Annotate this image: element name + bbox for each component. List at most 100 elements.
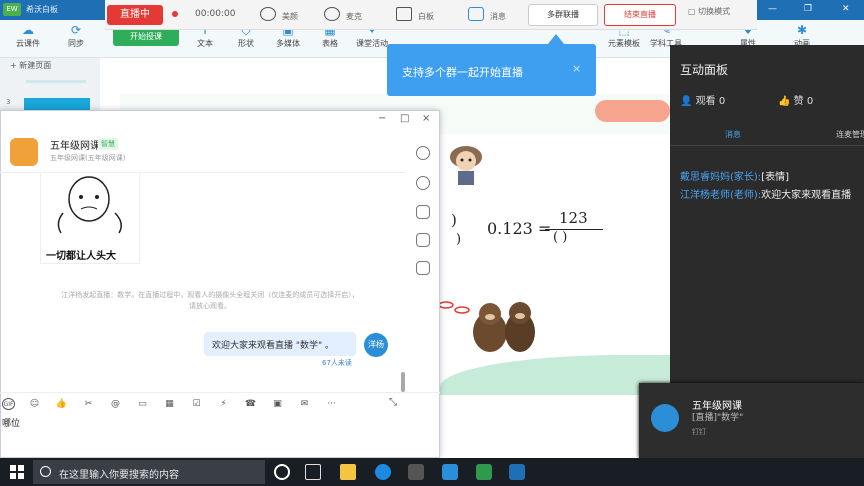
desktop: { "app":{"logo":"EW","title":"希沃白板"}, "l…	[0, 0, 864, 486]
more-icon[interactable]	[416, 146, 430, 160]
whiteboard-icon	[396, 7, 412, 21]
task-icon[interactable]: ☑	[190, 398, 203, 410]
start-class-button[interactable]: 开始授课	[113, 28, 179, 46]
group-name: 五年级网课	[50, 141, 100, 152]
dingtalk-taskbar-icon[interactable]	[442, 464, 458, 480]
input-divider	[0, 392, 440, 393]
beauty-label: 美颜	[282, 12, 298, 21]
app-title: 希沃白板	[26, 5, 58, 14]
file-explorer-icon[interactable]	[340, 464, 356, 480]
live-status-button[interactable]: 直播中	[107, 5, 163, 25]
shape-label: 形状	[238, 39, 254, 48]
app-taskbar-icon[interactable]	[509, 464, 525, 480]
sender-avatar: 洋杨	[364, 333, 388, 357]
end-live-button[interactable]: 结束直播	[604, 4, 676, 26]
equation-denominator: ( )	[553, 230, 568, 245]
table-label: 表格	[322, 39, 338, 48]
redpacket-icon[interactable]: ✉	[298, 398, 311, 410]
thumbs-up-icon: 👍	[778, 96, 794, 107]
sent-message-bubble[interactable]: 欢迎大家来观看直播 "数学" 。	[204, 332, 356, 356]
sync-icon: ⟳	[70, 23, 82, 37]
folder-icon[interactable]	[416, 205, 430, 219]
animation-icon: ✱	[796, 23, 808, 37]
mention-icon[interactable]: @	[109, 398, 122, 410]
search-icon	[40, 466, 51, 477]
easinote-taskbar-icon[interactable]	[476, 464, 492, 480]
message-button[interactable]: 消息	[464, 4, 512, 26]
cartoon-character-image	[450, 146, 482, 185]
meme-face-image	[57, 176, 122, 234]
windows-start-icon[interactable]	[10, 465, 24, 479]
chat-scrollbar[interactable]	[401, 372, 405, 392]
thumb-icon[interactable]: 👍	[55, 398, 68, 410]
whiteboard-button[interactable]: 白板	[392, 4, 440, 26]
text-label: 文本	[197, 39, 213, 48]
chat-maximize-button[interactable]: □	[400, 113, 409, 124]
group-avatar	[10, 138, 38, 166]
call-icon[interactable]: ☎	[244, 398, 257, 410]
tab-mic-management[interactable]: 连麦管理	[836, 129, 864, 140]
window-controls: — ❐ ✕	[760, 0, 864, 20]
message-text: 欢迎大家来观看直播	[761, 190, 852, 201]
group-subtitle: 五年级网课(五年级网课)	[50, 154, 126, 162]
slide-number: 3	[6, 98, 11, 106]
message-label: 消息	[490, 12, 506, 21]
mic-button[interactable]: 麦克	[320, 4, 368, 26]
mic-label: 麦克	[346, 12, 362, 21]
equation-fraction-top: )	[451, 211, 457, 229]
close-app-button[interactable]: ✕	[842, 4, 850, 14]
minimize-app-button[interactable]: —	[768, 4, 777, 14]
search-placeholder: 在这里输入你要搜索的内容	[59, 470, 179, 481]
tooltip-arrow	[548, 34, 564, 44]
switch-mode-icon: ▢	[688, 7, 699, 16]
viewer-count-text: 观看 0	[695, 96, 726, 107]
like-count-text: 赞 0	[793, 96, 814, 107]
tab-messages[interactable]: 消息	[725, 129, 741, 140]
chat-message: 戴思睿妈妈(家长):[表情]	[680, 168, 789, 183]
new-page-button[interactable]: + 新建页面	[10, 60, 51, 71]
notification-app: 钉钉	[692, 428, 706, 436]
message-text: [表情]	[761, 172, 789, 183]
media-label: 多媒体	[276, 39, 300, 48]
cloud-button[interactable]: ☁ 云课件	[8, 22, 48, 56]
gif-icon[interactable]: GIF	[2, 398, 15, 410]
switch-mode-button[interactable]: ▢ 切换模式	[688, 6, 730, 17]
restore-app-button[interactable]: ❐	[804, 4, 812, 14]
task-view-icon[interactable]	[305, 464, 321, 480]
whiteboard-label: 白板	[418, 12, 434, 21]
message-icon	[468, 7, 484, 21]
file-icon[interactable]: ▭	[136, 398, 149, 410]
cortana-icon[interactable]	[274, 464, 290, 480]
calendar-icon[interactable]	[416, 261, 430, 275]
expand-icon[interactable]: ⤡	[389, 397, 397, 408]
chat-minimize-button[interactable]: −	[378, 113, 386, 124]
unread-count[interactable]: 67人未读	[322, 358, 352, 368]
mic-icon	[324, 7, 340, 21]
history-icon[interactable]	[416, 176, 430, 190]
emoji-icon[interactable]: ☺	[28, 398, 41, 410]
video-icon[interactable]: ▣	[271, 398, 284, 410]
like-count: 👍 赞 0	[778, 92, 813, 107]
slide-thumbnail[interactable]	[24, 98, 90, 110]
tooltip-close-icon[interactable]: ×	[572, 62, 581, 75]
calendar-small-icon[interactable]: ▦	[163, 398, 176, 410]
viewer-count: 👤 观看 0	[680, 92, 725, 107]
edge-icon[interactable]	[375, 464, 391, 480]
tooltip-text: 支持多个群一起开始直播	[402, 66, 523, 79]
sync-button[interactable]: ⟳ 同步	[56, 22, 96, 56]
ding-icon[interactable]: ⚡	[217, 398, 230, 410]
store-icon[interactable]	[408, 464, 424, 480]
chat-close-button[interactable]: ×	[422, 113, 430, 124]
live-timer: 00:00:00	[195, 9, 236, 19]
beauty-button[interactable]: 美颜	[256, 4, 304, 26]
message-input[interactable]: 哪位	[2, 416, 20, 429]
tab-divider	[670, 145, 864, 146]
equation-decimal: 0.123 =	[487, 219, 552, 238]
more-tools-icon[interactable]: ···	[325, 398, 338, 410]
canvas-decoration-red	[595, 100, 670, 122]
live-icon[interactable]	[416, 233, 430, 247]
equation-numerator: 123	[559, 209, 588, 227]
cloud-icon: ☁	[22, 23, 34, 37]
scissors-icon[interactable]: ✂	[82, 398, 95, 410]
multi-group-button[interactable]: 多群联播	[528, 4, 598, 26]
